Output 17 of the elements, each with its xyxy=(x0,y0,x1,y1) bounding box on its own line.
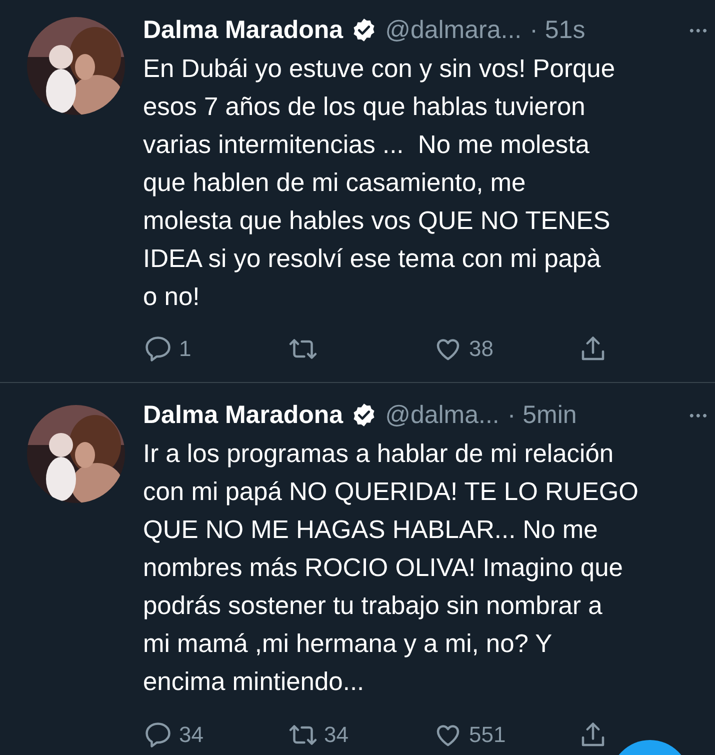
reply-icon[interactable] xyxy=(143,720,173,750)
tweet-time: · 51s xyxy=(530,16,586,44)
like-count: 551 xyxy=(469,722,506,748)
like-count: 38 xyxy=(469,336,494,362)
tweet-text: En Dubái yo estuve con y sin vos! Porque esos 7 años de los que hablas tuvieron varias intermitencias ... No me molesta que hablen de mi casamiento, me molesta que hables vos QUE NO TENES IDEA si yo resolví ese tema con mi papà o no! xyxy=(143,54,616,313)
retweet-count: 34 xyxy=(324,722,348,748)
more-menu[interactable]: ••• xyxy=(689,22,709,38)
author-handle[interactable]: @dalmara... xyxy=(385,16,522,44)
reply-count: 34 xyxy=(179,722,204,748)
author-handle[interactable]: @dalma... xyxy=(385,400,500,430)
reply-count: 1 xyxy=(179,336,192,362)
author-name[interactable]: Dalma Maradona xyxy=(143,400,344,430)
more-menu[interactable]: ••• xyxy=(689,408,709,422)
reply-icon[interactable] xyxy=(143,334,173,364)
tweet-time: · 5min xyxy=(507,400,577,430)
author-name[interactable]: Dalma Maradona xyxy=(143,16,344,44)
tweet-text: Ir a los programas a hablar de mi relación con mi papá NO QUERIDA! TE LO RUEGO QUE NO ME HAGAS HABLAR... No me nombres más ROCIO OLIVA! Imagino que podrás sostener tu trabajo sin nombrar a mi mamá ,mi hermana y a mi, no? Y encima mintiendo... xyxy=(143,439,640,698)
